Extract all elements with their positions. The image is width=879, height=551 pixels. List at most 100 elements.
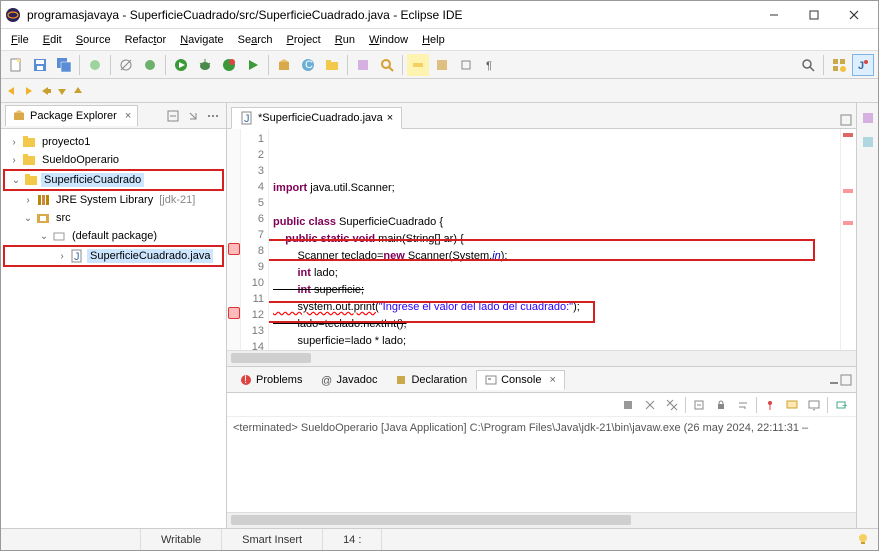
terminate-button[interactable] — [619, 396, 637, 414]
new-console-button[interactable]: + — [832, 396, 850, 414]
close-button[interactable] — [834, 3, 874, 27]
menu-refactor[interactable]: Refactor — [119, 32, 173, 48]
search-button[interactable] — [376, 54, 398, 76]
editor-tabs: J *SuperficieCuadrado.java × — [227, 103, 856, 129]
scroll-lock-button[interactable] — [712, 396, 730, 414]
menu-project[interactable]: Project — [281, 32, 327, 48]
clear-console-button[interactable] — [690, 396, 708, 414]
close-view-icon[interactable]: × — [125, 110, 131, 122]
editor-hscrollbar[interactable] — [227, 350, 856, 366]
open-perspective-button[interactable] — [828, 54, 850, 76]
console-output[interactable]: <terminated> SueldoOperario [Java Applic… — [227, 417, 856, 512]
menu-window[interactable]: Window — [363, 32, 414, 48]
overview-error-icon[interactable] — [843, 189, 853, 193]
overview-ruler[interactable] — [840, 129, 856, 350]
tree-default-package[interactable]: ⌄(default package) — [3, 227, 224, 245]
menu-source[interactable]: Source — [70, 32, 117, 48]
tree-java-file[interactable]: ›JSuperficieCuadrado.java — [5, 247, 222, 265]
close-tab-icon[interactable]: × — [387, 112, 393, 124]
tab-console[interactable]: Console× — [476, 370, 565, 390]
java-file-icon: J — [240, 111, 254, 125]
run-button[interactable] — [170, 54, 192, 76]
prev-annotation-button[interactable] — [71, 84, 85, 98]
close-console-icon[interactable]: × — [549, 374, 555, 386]
code-editor[interactable]: 1 2 3 4 5 6 7 8 9 10 11 12 13 14 import … — [227, 129, 856, 350]
coverage-button[interactable] — [218, 54, 240, 76]
package-explorer-tab[interactable]: Package Explorer × — [5, 105, 138, 126]
debug-last-button[interactable] — [139, 54, 161, 76]
maximize-editor-button[interactable] — [840, 114, 852, 126]
console-hscrollbar[interactable] — [227, 512, 856, 528]
highlight-file: ›JSuperficieCuadrado.java — [3, 245, 224, 267]
svg-text:J: J — [74, 251, 80, 263]
tree-project-proyecto1[interactable]: ›proyecto1 — [3, 133, 224, 151]
editor-tab-superficie[interactable]: J *SuperficieCuadrado.java × — [231, 107, 402, 129]
quick-access-button[interactable] — [797, 54, 819, 76]
back-button[interactable] — [5, 84, 19, 98]
project-icon — [23, 172, 39, 188]
remove-launch-button[interactable] — [641, 396, 659, 414]
menu-search[interactable]: Search — [232, 32, 279, 48]
new-class-button[interactable]: C — [297, 54, 319, 76]
outline-view-button[interactable] — [859, 109, 877, 127]
error-marker-icon[interactable] — [228, 243, 240, 255]
new-button[interactable] — [5, 54, 27, 76]
menu-edit[interactable]: Edit — [37, 32, 68, 48]
remove-all-button[interactable] — [663, 396, 681, 414]
open-console-button[interactable] — [805, 396, 823, 414]
maximize-view-button[interactable] — [840, 374, 852, 386]
minimize-button[interactable] — [754, 3, 794, 27]
open-type-button[interactable] — [84, 54, 106, 76]
forward-button[interactable] — [21, 84, 35, 98]
open-task-button[interactable] — [352, 54, 374, 76]
menu-help[interactable]: Help — [416, 32, 451, 48]
tree-src[interactable]: ⌄src — [3, 209, 224, 227]
package-tree[interactable]: ›proyecto1 ›SueldoOperario ⌄SuperficieCu… — [1, 129, 226, 528]
editor-tab-label: *SuperficieCuadrado.java — [258, 112, 383, 124]
word-wrap-button[interactable] — [734, 396, 752, 414]
java-perspective-button[interactable]: J — [852, 54, 874, 76]
tab-javadoc[interactable]: @Javadoc — [311, 370, 386, 390]
pin-button[interactable]: ¶ — [479, 54, 501, 76]
svg-text:J: J — [244, 113, 250, 125]
menu-run[interactable]: Run — [329, 32, 361, 48]
tip-icon[interactable] — [856, 532, 872, 548]
new-folder-button[interactable] — [321, 54, 343, 76]
task-list-button[interactable] — [859, 133, 877, 151]
display-console-button[interactable] — [783, 396, 801, 414]
work-area: Package Explorer × ›proyecto1 ›SueldoOpe… — [1, 103, 878, 528]
pin-console-button[interactable] — [761, 396, 779, 414]
next-annotation-button[interactable] — [55, 84, 69, 98]
link-editor-button[interactable] — [184, 107, 202, 125]
view-menu-button[interactable] — [204, 107, 222, 125]
show-whitespace-button[interactable] — [455, 54, 477, 76]
tab-declaration[interactable]: Declaration — [386, 370, 476, 390]
save-all-button[interactable] — [53, 54, 75, 76]
annotations-button[interactable] — [431, 54, 453, 76]
svg-text:!: ! — [244, 374, 247, 386]
overview-error-icon[interactable] — [843, 133, 853, 137]
status-cursor-pos: 14 : — [323, 529, 382, 550]
maximize-button[interactable] — [794, 3, 834, 27]
menu-bar: File Edit Source Refactor Navigate Searc… — [1, 29, 878, 51]
last-edit-button[interactable] — [39, 84, 53, 98]
debug-button[interactable] — [194, 54, 216, 76]
skip-breakpoints-button[interactable] — [115, 54, 137, 76]
overview-error-icon[interactable] — [843, 221, 853, 225]
tree-jre[interactable]: ›JRE System Library [jdk-21] — [3, 191, 224, 209]
java-file-icon: J — [69, 248, 85, 264]
toggle-highlight-button[interactable] — [407, 54, 429, 76]
package-explorer-view: Package Explorer × ›proyecto1 ›SueldoOpe… — [1, 103, 227, 528]
code-text[interactable]: import java.util.Scanner; public class S… — [269, 129, 840, 350]
tree-project-sueldo[interactable]: ›SueldoOperario — [3, 151, 224, 169]
tab-problems[interactable]: !Problems — [231, 370, 311, 390]
menu-navigate[interactable]: Navigate — [174, 32, 229, 48]
menu-file[interactable]: File — [5, 32, 35, 48]
error-marker-icon[interactable] — [228, 307, 240, 319]
new-package-button[interactable] — [273, 54, 295, 76]
collapse-all-button[interactable] — [164, 107, 182, 125]
run-last-button[interactable] — [242, 54, 264, 76]
save-button[interactable] — [29, 54, 51, 76]
minimize-view-button[interactable] — [828, 374, 840, 386]
tree-project-superficie[interactable]: ⌄SuperficieCuadrado — [5, 171, 222, 189]
